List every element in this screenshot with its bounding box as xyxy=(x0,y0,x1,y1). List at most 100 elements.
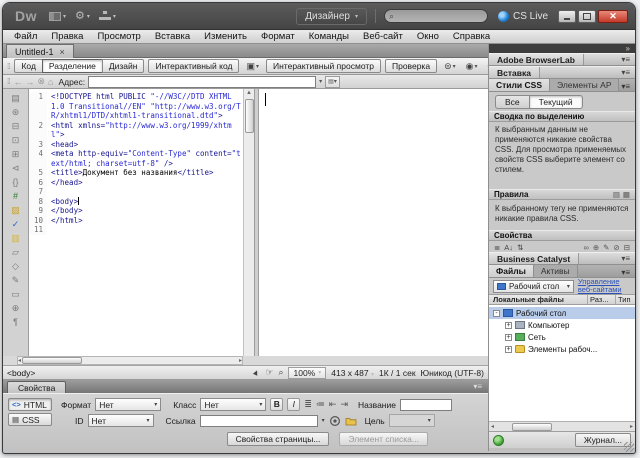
panel-insert[interactable]: Вставка ▾≡ xyxy=(489,66,635,79)
select-tool-icon[interactable]: ► xyxy=(251,367,263,378)
split-view-button[interactable]: Разделение xyxy=(42,59,102,73)
document-tab[interactable]: Untitled-1 × xyxy=(6,44,74,58)
design-view[interactable] xyxy=(259,89,488,356)
code-line[interactable]: 5<title>Документ без названия</title> xyxy=(29,168,243,178)
panel-business-catalyst[interactable]: Business Catalyst ▾≡ xyxy=(489,252,635,265)
files-horizontal-scrollbar[interactable]: ◂ ▸ xyxy=(489,421,635,432)
outdent-icon[interactable]: ⇤ xyxy=(329,399,337,410)
edit-code-icon[interactable]: ✎ xyxy=(12,275,20,285)
tree-item-desktop-elements[interactable]: + Элементы рабоч... xyxy=(489,343,635,355)
tab-assets[interactable]: Активы xyxy=(534,265,578,277)
connect-to-server-icon[interactable] xyxy=(493,435,504,446)
code-line[interactable]: 11 xyxy=(29,225,243,235)
column-size[interactable]: Раз... xyxy=(587,295,615,304)
css-mode-button[interactable]: ▤ CSS xyxy=(8,413,52,426)
code-line[interactable]: 1<!DOCTYPE html PUBLIC "-//W3C//DTD XHTM… xyxy=(29,92,243,121)
panel-menu-icon[interactable]: ▾≡ xyxy=(621,268,630,277)
css-current-button[interactable]: Текущий xyxy=(529,95,583,109)
syntax-error-alerts-icon[interactable]: ✓ xyxy=(12,219,20,229)
class-select[interactable]: Нет ▾ xyxy=(200,398,266,411)
move-css-icon[interactable]: ⊕ xyxy=(12,303,20,313)
expand-icon[interactable]: + xyxy=(505,346,512,353)
column-type[interactable]: Тип xyxy=(615,295,635,304)
select-parent-tag-icon[interactable]: ⊲ xyxy=(12,163,20,173)
title-bar[interactable]: Dw ▾ ⚙ ▾ ▾ Дизайнер ▾ ⌕ CS Live xyxy=(3,3,635,30)
help-search[interactable]: ⌕ xyxy=(384,9,488,23)
collapse-icon[interactable]: - xyxy=(493,310,500,317)
address-input[interactable] xyxy=(88,76,316,88)
disable-css-icon[interactable]: ⊘ xyxy=(613,243,619,252)
scrollbar-track[interactable] xyxy=(494,423,630,431)
html-mode-button[interactable]: <> HTML xyxy=(8,398,52,411)
forward-icon[interactable]: → xyxy=(25,77,34,87)
minimize-button[interactable] xyxy=(558,10,576,23)
open-documents-icon[interactable]: ▤ xyxy=(11,93,20,103)
back-icon[interactable]: ← xyxy=(13,77,22,87)
page-properties-button[interactable]: Свойства страницы... xyxy=(227,432,330,446)
manage-sites-link[interactable]: Управление веб-сайтами xyxy=(578,278,631,295)
panel-browserlab[interactable]: Adobe BrowserLab ▾≡ xyxy=(489,53,635,66)
delete-rule-icon[interactable]: ⊟ xyxy=(624,243,630,252)
show-info-icon[interactable]: ▦ xyxy=(623,190,630,199)
tree-item-computer[interactable]: + Компьютер xyxy=(489,319,635,331)
italic-button[interactable]: I xyxy=(287,398,300,411)
design-view-button[interactable]: Дизайн xyxy=(102,59,145,73)
cs-live-button[interactable]: CS Live xyxy=(498,11,548,22)
close-button[interactable]: ✕ xyxy=(598,10,628,23)
panel-menu-icon[interactable]: ▾≡ xyxy=(621,68,630,77)
scrollbar-thumb[interactable] xyxy=(245,99,254,133)
menu-window[interactable]: Окно xyxy=(410,30,446,43)
workspace-switcher[interactable]: Дизайнер ▾ xyxy=(296,8,367,25)
indent-icon[interactable]: ⇥ xyxy=(340,399,348,410)
id-select[interactable]: Нет ▾ xyxy=(88,414,154,427)
window-size-select[interactable]: 413 x 487 ▾ xyxy=(331,368,374,378)
code-line[interactable]: 9</body> xyxy=(29,206,243,216)
menu-view[interactable]: Просмотр xyxy=(90,30,147,43)
browse-folder-icon[interactable] xyxy=(345,415,357,427)
panel-menu-icon[interactable]: ▾≡ xyxy=(621,55,630,64)
code-line[interactable]: 7 xyxy=(29,187,243,197)
title-attr-input[interactable] xyxy=(400,399,452,411)
inspect-button[interactable]: Проверка xyxy=(385,59,437,73)
collapse-full-tag-icon[interactable]: ⊟ xyxy=(12,121,20,131)
line-numbers-icon[interactable]: # xyxy=(13,191,18,201)
css-all-button[interactable]: Все xyxy=(495,95,529,109)
show-set-properties-icon[interactable]: ⇅ xyxy=(517,243,523,252)
address-history-dropdown[interactable]: ▾ xyxy=(319,78,322,85)
link-dropdown-icon[interactable]: ▾ xyxy=(322,417,325,424)
code-line[interactable]: 2<html xmlns="http://www.w3.org/1999/xht… xyxy=(29,121,243,140)
menu-modify[interactable]: Изменить xyxy=(197,30,254,43)
recent-snippets-icon[interactable]: ▭ xyxy=(11,289,20,299)
site-menu-button[interactable]: ▾ xyxy=(99,11,116,21)
format-select[interactable]: Нет ▾ xyxy=(95,398,161,411)
apply-comment-icon[interactable]: ▥ xyxy=(11,233,20,243)
live-view-options-button[interactable]: ▣▾ xyxy=(243,60,262,73)
tab-files[interactable]: Файлы xyxy=(489,265,534,277)
resize-grip[interactable] xyxy=(624,442,634,452)
scroll-right-icon[interactable]: ▸ xyxy=(239,357,242,364)
expand-icon[interactable]: + xyxy=(505,334,512,341)
tab-properties[interactable]: Свойства xyxy=(7,381,66,393)
code-line[interactable]: 8<body> xyxy=(29,197,243,207)
search-input[interactable] xyxy=(397,11,483,21)
code-view-button[interactable]: Код xyxy=(14,59,41,73)
code-vertical-scrollbar[interactable]: ▲ xyxy=(243,89,254,356)
scrollbar-track[interactable] xyxy=(21,357,239,364)
scroll-right-icon[interactable]: ▸ xyxy=(630,423,633,430)
preview-in-browser-button[interactable]: ◉▾ xyxy=(463,60,481,73)
extend-dreamweaver-button[interactable]: ⚙ ▾ xyxy=(75,11,90,22)
zoom-tool-icon[interactable]: ⌕ xyxy=(278,367,283,378)
zoom-level-select[interactable]: 100% ▾ xyxy=(288,367,326,379)
menu-site[interactable]: Веб-сайт xyxy=(356,30,410,43)
code-line[interactable]: 6</head> xyxy=(29,178,243,188)
code-editor[interactable]: 1<!DOCTYPE html PUBLIC "-//W3C//DTD XHTM… xyxy=(29,89,243,356)
restore-button[interactable] xyxy=(578,10,596,23)
menu-edit[interactable]: Правка xyxy=(44,30,90,43)
code-navigator-icon[interactable]: ⊛ xyxy=(12,107,20,117)
expand-icon[interactable]: + xyxy=(505,322,512,329)
menu-help[interactable]: Справка xyxy=(446,30,497,43)
attach-stylesheet-icon[interactable]: ∞ xyxy=(583,243,588,252)
live-code-button[interactable]: Интерактивный код xyxy=(148,59,239,73)
menu-commands[interactable]: Команды xyxy=(302,30,356,43)
tab-css-styles[interactable]: Стили CSS xyxy=(489,79,550,91)
